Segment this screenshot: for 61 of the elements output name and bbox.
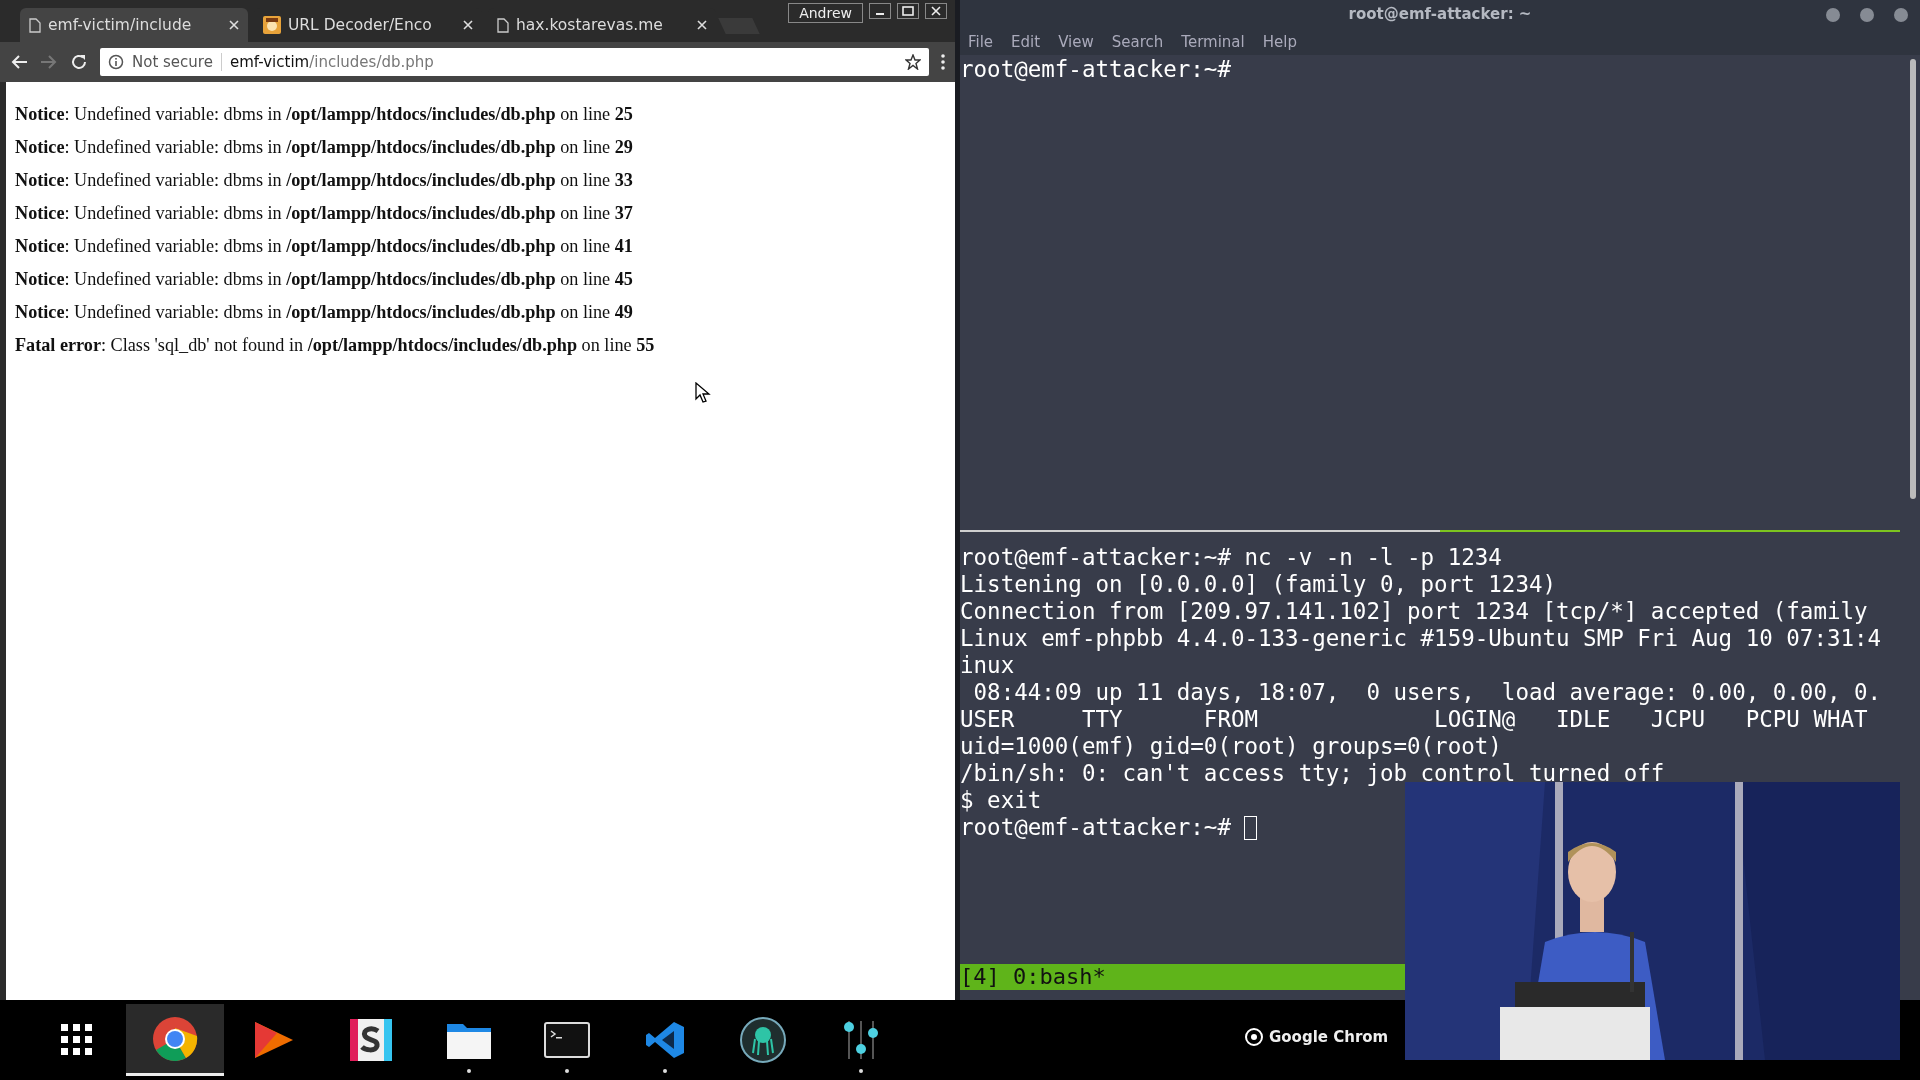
text-cursor: [1244, 816, 1258, 840]
scrollbar[interactable]: [1910, 59, 1916, 499]
url-host: emf-victim: [229, 53, 310, 71]
minimize-icon: [876, 13, 884, 15]
menu-item[interactable]: Search: [1111, 32, 1164, 51]
maximize-icon: [902, 6, 914, 16]
terminal-line: $ exit: [960, 787, 1042, 813]
window-title: root@emf-attacker: ~: [1348, 5, 1532, 23]
error-message: Notice: Undefined variable: dbms in /opt/lampp/htdocs/includes/db.php on line 49: [15, 302, 633, 322]
close-icon[interactable]: [463, 20, 473, 30]
app-grid-icon: [61, 1024, 93, 1056]
terminal-line: inux: [960, 652, 1015, 678]
terminal-line: root@emf-attacker:~# nc -v -n -l -p 1234: [960, 544, 1502, 570]
menu-item[interactable]: View: [1058, 32, 1094, 51]
close-icon: [931, 6, 941, 16]
page-icon: [29, 17, 41, 33]
terminal-line: 08:44:09 up 11 days, 18:07, 0 users, load average: 0.00, 0.00, 0.: [972, 679, 1882, 705]
terminal-line: root@emf-attacker:~#: [960, 814, 1232, 840]
error-message: Notice: Undefined variable: dbms in /opt/lampp/htdocs/includes/db.php on line 29: [15, 137, 633, 157]
menu-item[interactable]: File: [968, 32, 994, 51]
maximize-button[interactable]: [897, 3, 919, 19]
terminal-line: Connection from [209.97.141.102] port 1234 [tcp/*] accepted (family: [960, 598, 1868, 624]
mouse-pointer-icon: [695, 382, 711, 404]
info-icon[interactable]: [108, 54, 124, 70]
error-message: Notice: Undefined variable: dbms in /opt/lampp/htdocs/includes/db.php on line 25: [15, 104, 633, 124]
terminal-line: uid=1000(emf) gid=0(root) groups=0(root): [960, 733, 1502, 759]
back-button[interactable]: [10, 54, 28, 70]
error-message: Notice: Undefined variable: dbms in /opt/lampp/htdocs/includes/db.php on line 33: [15, 170, 633, 190]
reload-button[interactable]: [70, 53, 88, 71]
error-message: Notice: Undefined variable: dbms in /opt/lampp/htdocs/includes/db.php on line 37: [15, 203, 633, 223]
error-message: Notice: Undefined variable: dbms in /opt/lampp/htdocs/includes/db.php on line 41: [15, 236, 633, 256]
error-message: Notice: Undefined variable: dbms in /opt/lampp/htdocs/includes/db.php on line 45: [15, 269, 633, 289]
terminal-line: Listening on [0.0.0.0] (family 0, port 1234): [960, 571, 1557, 597]
maximize-button[interactable]: [1860, 8, 1874, 22]
star-icon[interactable]: [905, 54, 921, 70]
menu-item[interactable]: Help: [1262, 32, 1297, 51]
terminal-line: USER TTY FROM LOGIN@ IDLE JCPU PCPU WHAT: [960, 706, 1868, 732]
menu-item[interactable]: Terminal: [1181, 32, 1245, 51]
url-path: /includes/db.php: [309, 53, 434, 71]
error-message: Fatal error: Class 'sql_db' not found in /opt/lampp/htdocs/includes/db.php on line 55: [15, 335, 655, 355]
terminal-line: root@emf-attacker:~#: [960, 56, 1231, 82]
octopus-logo-icon: [740, 1017, 786, 1063]
close-icon[interactable]: [229, 20, 239, 30]
s-letter-tile-icon: [350, 1019, 392, 1061]
terminal-line: Linux emf-phpbb 4.4.0-133-generic #159-Ubuntu SMP Fri Aug 10 07:31:4: [960, 625, 1882, 651]
active-window-label: Google Chrom: [1269, 1028, 1389, 1046]
address-bar[interactable]: Not secure emf-victim/includes/db.php: [100, 48, 929, 76]
terminal-line: /bin/sh: 0: can't access tty; job control turned off: [960, 760, 1665, 786]
profile-button[interactable]: Andrew: [788, 3, 863, 23]
security-label: Not secure: [132, 53, 213, 71]
close-button[interactable]: [925, 3, 947, 19]
code-editor-icon: [645, 1020, 685, 1060]
more-menu-icon[interactable]: [941, 54, 945, 70]
browser-tab[interactable]: emf-victim/include: [20, 8, 248, 42]
taskbar-app[interactable]: [126, 1004, 224, 1076]
minimize-button[interactable]: [869, 3, 891, 19]
page-icon: [497, 17, 509, 33]
sliders-icon: [841, 1019, 881, 1061]
menu-item[interactable]: Edit: [1011, 32, 1041, 51]
close-icon[interactable]: [697, 20, 707, 30]
terminal-icon: [544, 1022, 590, 1058]
